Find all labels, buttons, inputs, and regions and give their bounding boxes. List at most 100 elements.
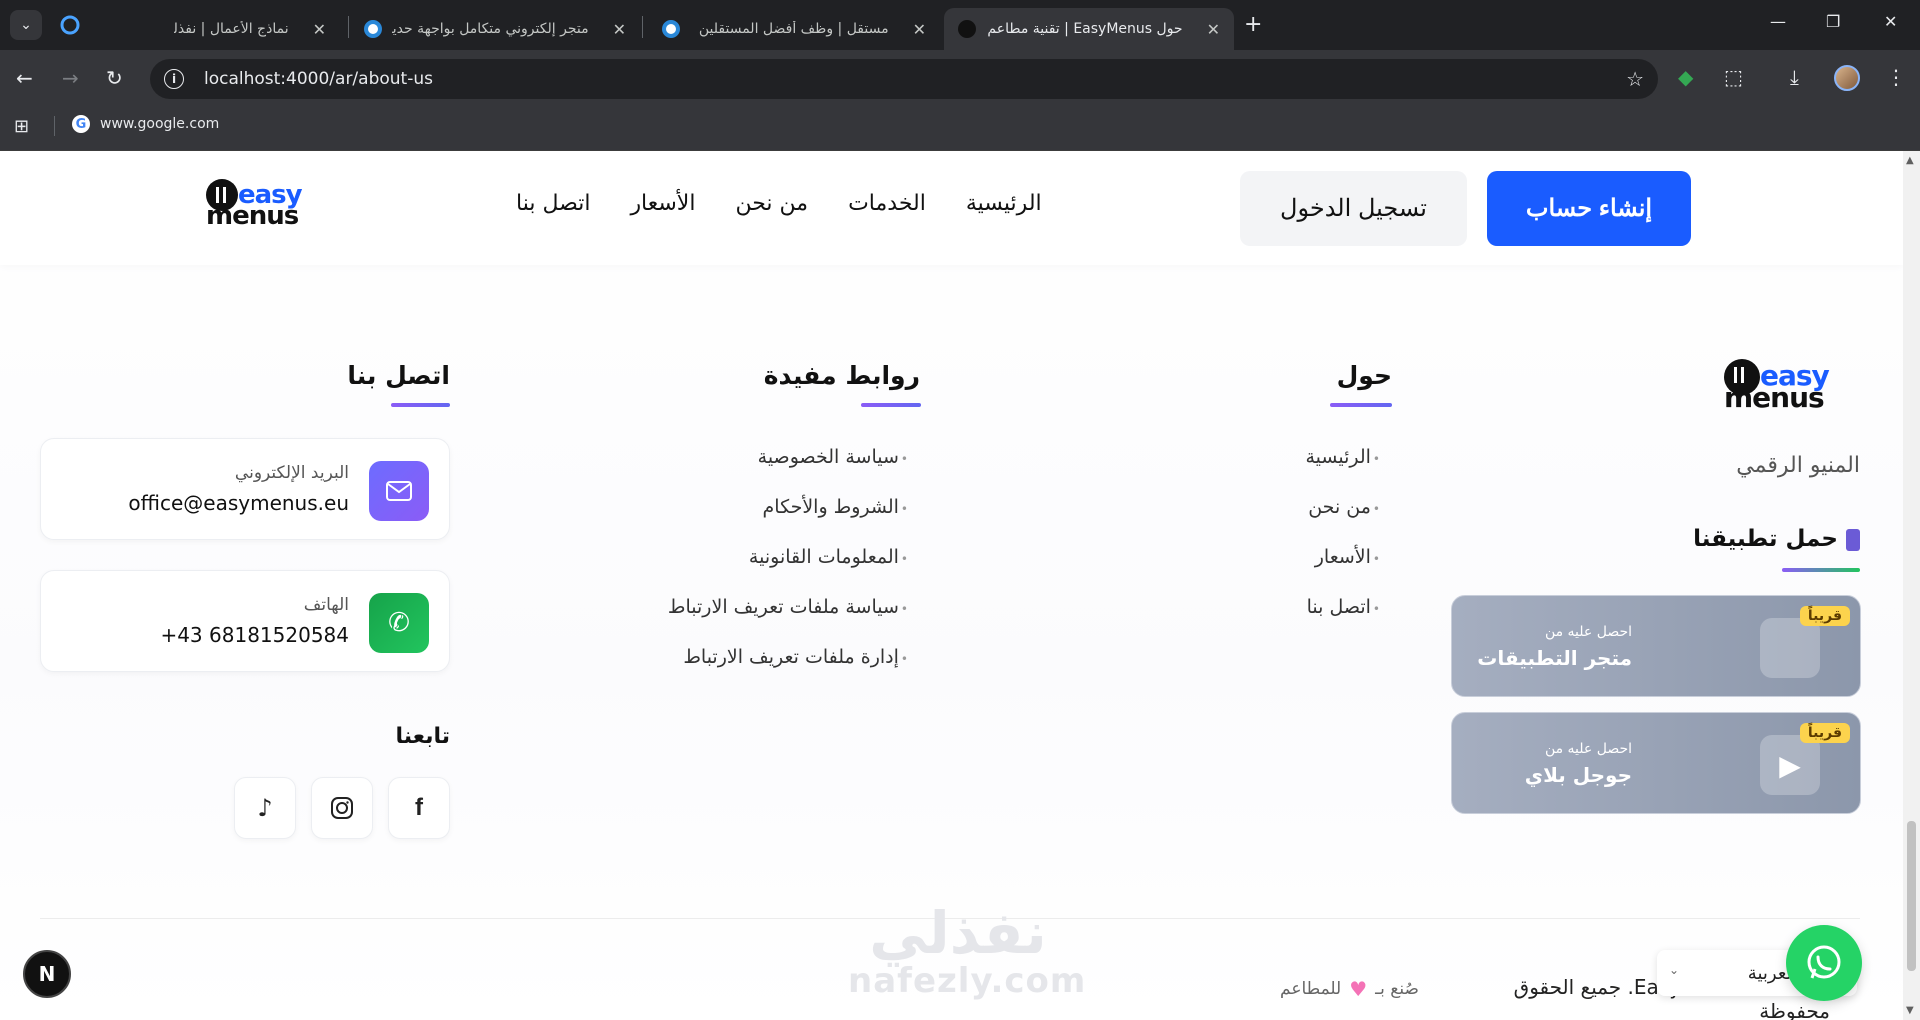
about-links: الرئيسية من نحن الأسعار اتصل بنا xyxy=(1200,445,1380,645)
footer-link-privacy[interactable]: سياسة الخصوصية xyxy=(560,445,908,495)
footer-link-cookie-manage[interactable]: إدارة ملفات تعريف الارتباط xyxy=(560,645,908,695)
chevron-down-icon: ⌄ xyxy=(1669,963,1680,977)
reload-icon[interactable]: ↻ xyxy=(106,66,123,90)
extension-icon[interactable]: ◆ xyxy=(1678,65,1693,89)
page-viewport: easy menus الرئيسية الخدمات من نحن الأسع… xyxy=(0,151,1903,1020)
play-icon: ▶ xyxy=(1760,735,1820,795)
nav-contact[interactable]: اتصل بنا xyxy=(516,191,590,216)
contact-heading: اتصل بنا xyxy=(347,361,450,390)
login-button[interactable]: تسجيل الدخول xyxy=(1240,171,1467,246)
tab-search-button[interactable]: ⌄ xyxy=(10,10,42,40)
close-icon[interactable]: ✕ xyxy=(313,20,326,39)
footer-link-about[interactable]: من نحن xyxy=(1200,495,1380,545)
instagram-icon[interactable] xyxy=(311,777,373,839)
logo-mark-icon xyxy=(206,179,238,211)
tab-strip: ⌄ ✕ نماذج الأعمال | نفذلي ✕ متجر إلكترون… xyxy=(0,0,1920,50)
footer-link-home[interactable]: الرئيسية xyxy=(1200,445,1380,495)
email-link[interactable]: office@easymenus.eu xyxy=(128,491,349,515)
useful-links-heading: روابط مفيدة xyxy=(763,361,920,390)
download-app-heading: حمل تطبيقنا xyxy=(1620,526,1860,552)
coming-soon-badge: قريباً xyxy=(1799,723,1850,743)
phone-icon: ✆ xyxy=(369,593,429,653)
footer-link-pricing[interactable]: الأسعار xyxy=(1200,545,1380,595)
chevron-down-icon: ⌄ xyxy=(20,17,32,33)
coming-soon-badge: قريباً xyxy=(1799,606,1850,626)
nav-about[interactable]: من نحن xyxy=(735,191,808,216)
apple-icon xyxy=(1760,618,1820,678)
made-with-love: صُنع بـ ♥ للمطاعم xyxy=(1280,977,1419,1001)
heading-underline xyxy=(1782,568,1860,572)
google-icon: G xyxy=(72,115,90,133)
site-header: easy menus الرئيسية الخدمات من نحن الأسع… xyxy=(0,151,1903,265)
bookmark-star-icon[interactable]: ☆ xyxy=(1626,67,1644,91)
tab-favicon-icon xyxy=(958,20,976,38)
mail-icon xyxy=(369,461,429,521)
phone-card[interactable]: ✆ الهاتف +43 68181520584 xyxy=(40,570,450,672)
heading-underline xyxy=(1330,403,1392,407)
browser-toolbar: ← → ↻ i localhost:4000/ar/about-us ☆ ◆ ⬚… xyxy=(0,50,1920,108)
app-store-button[interactable]: قريباً احصل عليه من متجر التطبيقات xyxy=(1451,595,1861,697)
footer-logo[interactable]: easy menus xyxy=(1724,359,1830,412)
scroll-up-icon[interactable]: ▲ xyxy=(1906,155,1914,166)
tab-1[interactable]: ✕ نماذج الأعمال | نفذلي xyxy=(150,8,340,50)
scroll-thumb[interactable] xyxy=(1907,821,1916,971)
about-heading: حول xyxy=(1336,361,1392,390)
tab-favicon-icon xyxy=(662,20,680,38)
tab-4-active[interactable]: ✕ حول EasyMenus | تقنية مطاعم ذكية xyxy=(944,8,1234,50)
heart-icon: ♥ xyxy=(1349,977,1368,1001)
close-icon[interactable]: ✕ xyxy=(1207,20,1220,39)
signup-button[interactable]: إنشاء حساب xyxy=(1487,171,1691,246)
footer-link-cookie-policy[interactable]: سياسة ملفات تعريف الارتباط xyxy=(560,595,908,645)
phone-link[interactable]: +43 68181520584 xyxy=(160,623,349,647)
nav-pricing[interactable]: الأسعار xyxy=(630,191,695,216)
restore-icon[interactable]: ❐ xyxy=(1826,12,1840,31)
bookmark-google[interactable]: G www.google.com xyxy=(72,115,219,133)
phone-app-icon xyxy=(1846,528,1860,551)
nafezly-icon xyxy=(60,15,80,35)
forward-icon[interactable]: → xyxy=(62,66,79,90)
facebook-icon[interactable]: f xyxy=(388,777,450,839)
profile-avatar[interactable] xyxy=(1834,65,1860,91)
download-icon[interactable]: ⤓ xyxy=(1790,65,1799,89)
bookmarks-bar xyxy=(0,108,1920,151)
site-info-icon[interactable]: i xyxy=(164,69,184,89)
footer-link-contact[interactable]: اتصل بنا xyxy=(1200,595,1380,645)
browser-chrome: ⌄ ✕ نماذج الأعمال | نفذلي ✕ متجر إلكترون… xyxy=(0,0,1920,151)
nafezly-watermark: نفذلي nafezly.com xyxy=(848,899,1087,1001)
close-icon[interactable]: ✕ xyxy=(913,20,926,39)
nextjs-dev-button[interactable]: N xyxy=(23,950,71,998)
tiktok-icon[interactable]: ♪ xyxy=(234,777,296,839)
heading-underline xyxy=(861,403,921,407)
url-text[interactable]: localhost:4000/ar/about-us xyxy=(204,69,433,89)
footer-link-terms[interactable]: الشروط والأحكام xyxy=(560,495,908,545)
extensions-puzzle-icon[interactable]: ⬚ xyxy=(1724,65,1743,89)
pinned-tab[interactable] xyxy=(54,10,86,40)
heading-underline xyxy=(391,403,450,407)
whatsapp-icon xyxy=(1807,945,1841,979)
follow-heading: تابعنا xyxy=(395,724,450,749)
menu-kebab-icon[interactable]: ⋮ xyxy=(1886,65,1906,89)
main-nav: الرئيسية الخدمات من نحن الأسعار اتصل بنا xyxy=(516,191,1042,216)
tab-2[interactable]: ✕ متجر إلكتروني متكامل بواجهة حديثة xyxy=(350,8,640,50)
tab-favicon-icon xyxy=(364,20,382,38)
new-tab-button[interactable]: + xyxy=(1244,12,1262,37)
footer-link-legal[interactable]: المعلومات القانونية xyxy=(560,545,908,595)
address-bar[interactable]: i localhost:4000/ar/about-us ☆ xyxy=(150,59,1658,99)
logo-mark-icon xyxy=(1724,359,1760,395)
close-window-icon[interactable]: ✕ xyxy=(1884,12,1897,31)
back-icon[interactable]: ← xyxy=(16,66,33,90)
apps-grid-icon[interactable]: ⊞ xyxy=(14,116,29,137)
scroll-down-icon[interactable]: ▼ xyxy=(1906,1005,1914,1016)
google-play-button[interactable]: ▶ قريباً احصل عليه من جوجل بلاي xyxy=(1451,712,1861,814)
email-card[interactable]: البريد الإلكتروني office@easymenus.eu xyxy=(40,438,450,540)
close-icon[interactable]: ✕ xyxy=(613,20,626,39)
whatsapp-button[interactable] xyxy=(1786,925,1862,1001)
tab-3[interactable]: ✕ مستقل | وظف أفضل المستقلين xyxy=(648,8,940,50)
useful-links: سياسة الخصوصية الشروط والأحكام المعلومات… xyxy=(560,445,908,695)
minimize-icon[interactable]: — xyxy=(1770,12,1786,31)
page-scrollbar[interactable]: ▲ ▼ xyxy=(1903,151,1920,1020)
header-logo[interactable]: easy menus xyxy=(206,179,303,229)
brand-tagline: المنيو الرقمي xyxy=(1736,453,1860,478)
nav-home[interactable]: الرئيسية xyxy=(966,191,1042,216)
nav-services[interactable]: الخدمات xyxy=(848,191,926,216)
